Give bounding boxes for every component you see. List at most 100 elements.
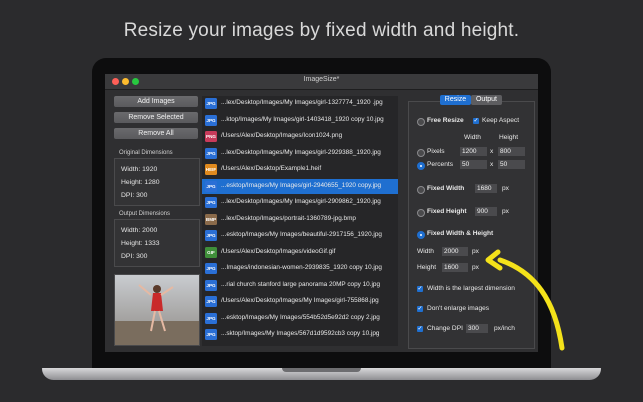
file-row[interactable]: JPG ...Images/indonesian-women-2939835_19… xyxy=(202,261,398,277)
file-path: /Users/Alex/Desktop/Images/My Images/gir… xyxy=(221,297,379,304)
fixed-width-height-label: Fixed Width & Height xyxy=(427,230,494,237)
keep-aspect-checkbox[interactable]: ✓ xyxy=(473,118,479,124)
window-title: ImageSize* xyxy=(303,76,340,83)
pixels-radio[interactable] xyxy=(417,149,425,157)
resize-panel: Resize Output Free Resize ✓ Keep Aspect … xyxy=(408,95,535,349)
dont-enlarge-checkbox[interactable]: ✓ xyxy=(417,306,423,312)
percents-radio[interactable] xyxy=(417,162,425,170)
file-type-icon: JPG xyxy=(205,114,217,126)
file-path: ...sktop/Images/My Images/567d1d9592cb3 … xyxy=(221,330,380,337)
fixed-height-radio[interactable] xyxy=(417,209,425,217)
file-row[interactable]: JPG ...lex/Desktop/Images/My Images/girl-… xyxy=(202,96,398,112)
width-largest-label: Width is the largest dimension xyxy=(427,285,515,292)
fixed-height-input[interactable]: 900 xyxy=(475,207,497,216)
file-row[interactable]: HEIF/Users/Alex/Desktop/Example1.heif xyxy=(202,162,398,178)
original-dimensions-box: Width: 1920 Height: 1280 DPI: 300 xyxy=(114,158,200,206)
file-path: /Users/Alex/Desktop/Images/videoGif.gif xyxy=(221,247,336,255)
fixed-width-height-radio[interactable] xyxy=(417,231,425,239)
file-path: ...lex/Desktop/Images/My Images/girl-290… xyxy=(221,198,381,205)
file-path: ...lex/Desktop/Images/My Images/girl-292… xyxy=(221,148,381,156)
tab-resize[interactable]: Resize xyxy=(440,95,471,105)
file-row[interactable]: JPG ...sktop/Images/My Images/567d1d9592c… xyxy=(202,327,398,343)
height-input[interactable]: 1600 xyxy=(442,263,468,272)
preview-image xyxy=(115,275,199,345)
file-list[interactable]: JPG ...lex/Desktop/Images/My Images/girl-… xyxy=(202,96,398,346)
pixels-width-input[interactable]: 1200 xyxy=(460,147,487,156)
file-path: /Users/Alex/Desktop/Images/Icon1024.png xyxy=(221,132,343,139)
file-type-icon: BMP xyxy=(205,213,217,225)
laptop-notch xyxy=(282,368,361,372)
file-row[interactable]: JPG ...esktop/Images/My Images/554b52d5e9… xyxy=(202,311,398,327)
percents-height-input[interactable]: 50 xyxy=(498,160,525,169)
fixed-width-label: Fixed Width xyxy=(427,185,465,192)
file-type-icon: GIF xyxy=(205,246,217,258)
change-dpi-label: Change DPI xyxy=(427,325,463,332)
fixed-width-unit: px xyxy=(502,185,509,192)
file-row[interactable]: JPG ...lex/Desktop/Images/My Images/girl-… xyxy=(202,195,398,211)
file-path: ...esktop/Images/My Images/beautiful-291… xyxy=(221,231,382,238)
height-unit: px xyxy=(472,264,479,271)
width-largest-checkbox[interactable]: ✓ xyxy=(417,286,423,292)
file-path: /Users/Alex/Desktop/Example1.heif xyxy=(221,165,322,172)
free-resize-label: Free Resize xyxy=(427,117,464,124)
file-type-icon: JPG xyxy=(205,329,217,340)
file-row[interactable]: JPG ...esktop/Images/My Images/girl-29406… xyxy=(202,178,398,194)
file-type-icon: JPG xyxy=(205,263,217,274)
pixels-x-label: x xyxy=(490,148,494,155)
image-preview xyxy=(114,274,200,346)
headline: Resize your images by fixed width and he… xyxy=(123,20,520,41)
free-resize-radio[interactable] xyxy=(417,118,425,126)
output-dimensions-title: Output Dimensions xyxy=(119,211,171,217)
tab-output[interactable]: Output xyxy=(471,95,502,105)
percents-x-label: x xyxy=(490,161,494,168)
height-label: Height xyxy=(417,264,437,271)
file-type-icon: HEIF xyxy=(205,164,217,175)
width-unit: px xyxy=(472,248,479,255)
remove-all-button[interactable]: Remove All xyxy=(114,128,198,139)
file-type-icon: JPG xyxy=(205,279,217,291)
fixed-width-radio[interactable] xyxy=(417,186,425,194)
remove-selected-button[interactable]: Remove Selected xyxy=(114,112,198,123)
output-height: Height: 1333 xyxy=(121,240,160,247)
file-path: ...esktop/Images/My Images/girl-2940655_… xyxy=(221,181,382,189)
file-type-icon: JPG xyxy=(205,98,217,109)
height-column-label: Height xyxy=(499,134,519,141)
width-column-label: Width xyxy=(464,134,481,141)
file-type-icon: JPG xyxy=(205,197,217,208)
fixed-height-label: Fixed Height xyxy=(427,208,467,215)
file-type-icon: JPG xyxy=(205,296,217,307)
original-dpi: DPI: 300 xyxy=(121,192,148,199)
file-path: ...lex/Desktop/Images/My Images/girl-132… xyxy=(221,99,383,106)
pixels-height-input[interactable]: 800 xyxy=(498,147,525,156)
pixels-label: Pixels xyxy=(427,148,445,155)
file-row[interactable]: PNG/Users/Alex/Desktop/Images/Icon1024.p… xyxy=(202,129,398,145)
percents-width-input[interactable]: 50 xyxy=(460,160,487,169)
file-path: ...esktop/Images/My Images/554b52d5e92d2… xyxy=(221,313,380,321)
file-type-icon: JPG xyxy=(205,230,217,241)
file-row[interactable]: GIF/Users/Alex/Desktop/Images/videoGif.g… xyxy=(202,245,398,261)
file-type-icon: JPG xyxy=(205,180,217,192)
output-dpi: DPI: 300 xyxy=(121,253,148,260)
file-type-icon: JPG xyxy=(205,312,217,324)
add-images-button[interactable]: Add Images xyxy=(114,96,198,107)
file-row[interactable]: JPG ...rial church stanford large panoram… xyxy=(202,278,398,294)
original-dimensions-title: Original Dimensions xyxy=(119,150,173,156)
dpi-unit: px/inch xyxy=(494,325,515,332)
dont-enlarge-label: Don't enlarge images xyxy=(427,305,490,312)
width-label: Width xyxy=(417,248,434,255)
file-row[interactable]: JPG ...ktop/Images/My Images/girl-1403418… xyxy=(202,113,398,129)
file-row[interactable]: BMP ...lex/Desktop/Images/portrait-136078… xyxy=(202,212,398,228)
output-width: Width: 2000 xyxy=(121,227,158,234)
file-path: ...ktop/Images/My Images/girl-1403418_19… xyxy=(221,115,384,123)
keep-aspect-label: Keep Aspect xyxy=(482,117,520,124)
fixed-width-input[interactable]: 1680 xyxy=(475,184,497,193)
app-window: ImageSize* Add Images Remove Selected Re… xyxy=(105,74,538,352)
file-row[interactable]: JPG ...esktop/Images/My Images/beautiful-… xyxy=(202,228,398,244)
titlebar: ImageSize* xyxy=(105,74,538,90)
dpi-input[interactable]: 300 xyxy=(466,324,488,333)
width-input[interactable]: 2000 xyxy=(442,247,468,256)
file-path: ...lex/Desktop/Images/portrait-1360789-j… xyxy=(221,214,356,222)
file-row[interactable]: JPG ...lex/Desktop/Images/My Images/girl-… xyxy=(202,146,398,162)
file-row[interactable]: JPG/Users/Alex/Desktop/Images/My Images/… xyxy=(202,294,398,310)
change-dpi-checkbox[interactable]: ✓ xyxy=(417,326,423,332)
